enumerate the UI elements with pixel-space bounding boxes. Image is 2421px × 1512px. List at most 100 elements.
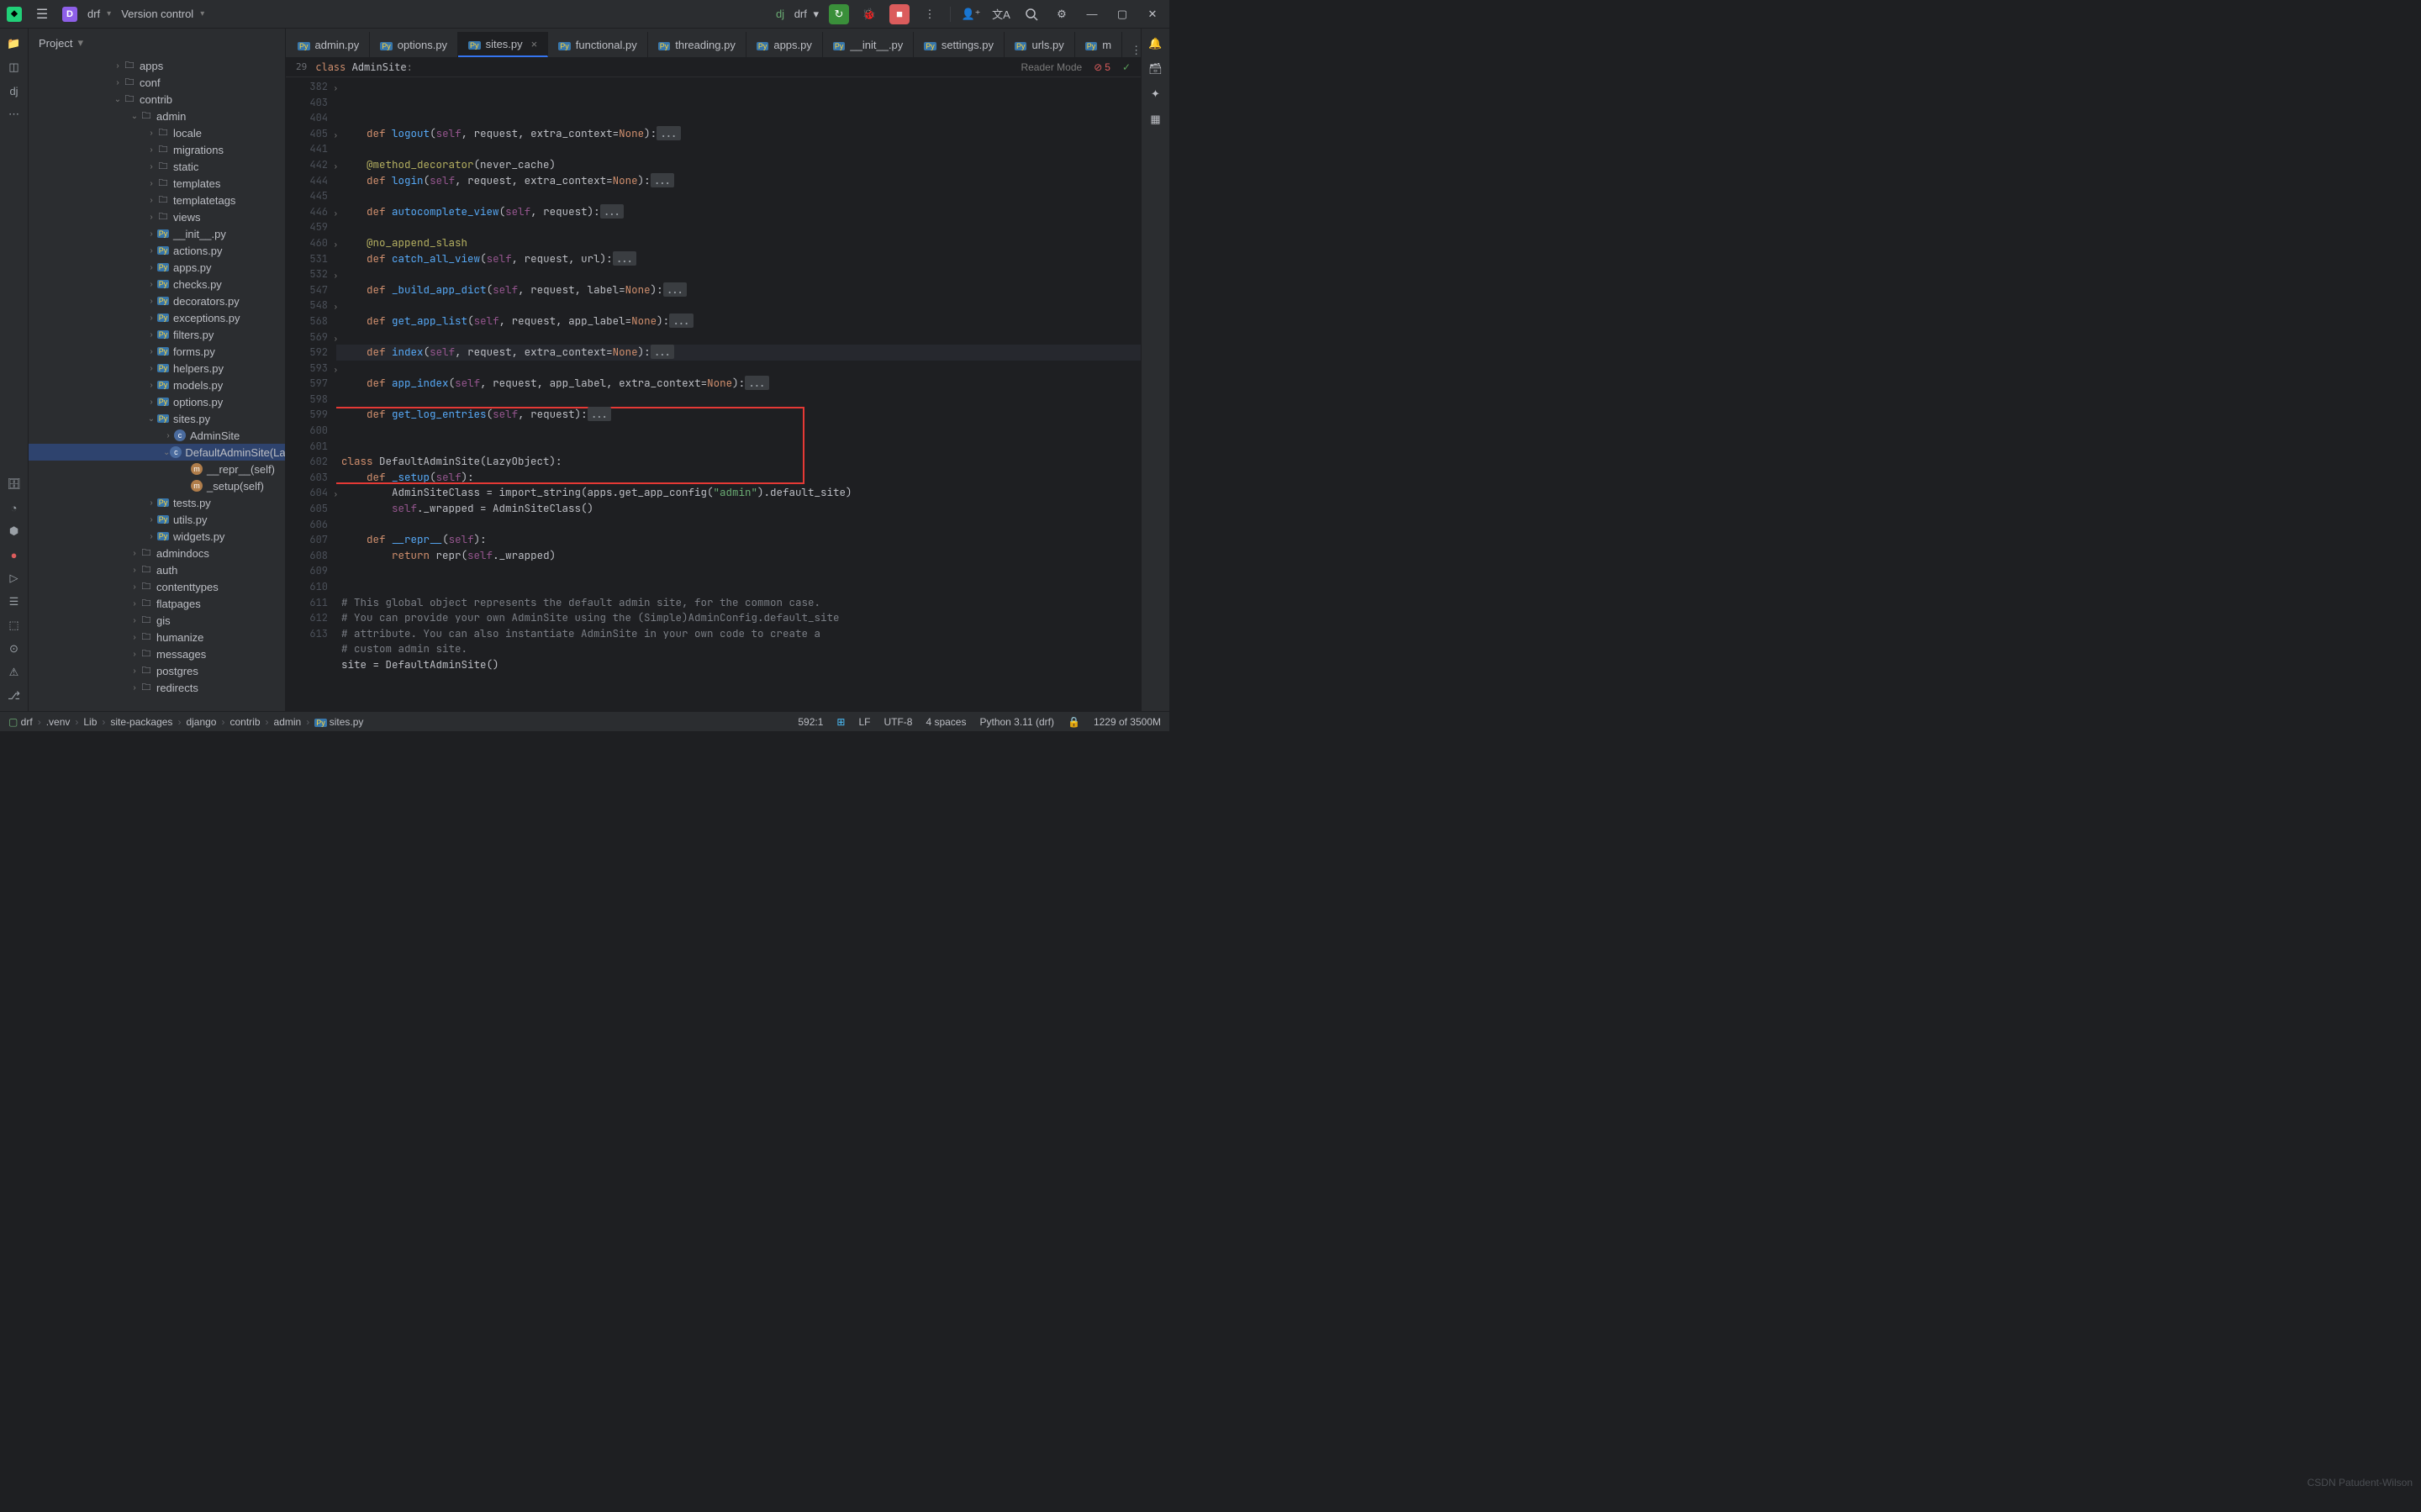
editor-tab[interactable]: Pyfunctional.py bbox=[548, 32, 648, 57]
editor-tab[interactable]: Pyapps.py bbox=[746, 32, 823, 57]
tree-item[interactable]: ›🗀apps bbox=[29, 57, 285, 74]
tree-item[interactable]: ›Pyapps.py bbox=[29, 259, 285, 276]
tree-item[interactable]: ›🗀gis bbox=[29, 612, 285, 629]
folder-icon[interactable]: 📁 bbox=[4, 34, 24, 54]
tree-item[interactable]: ›🗀postgres bbox=[29, 662, 285, 679]
tree-item[interactable]: m__repr__(self) bbox=[29, 461, 285, 477]
django-icon[interactable]: dj bbox=[4, 81, 24, 101]
more-actions-icon[interactable]: ⋮ bbox=[920, 4, 940, 24]
settings-icon[interactable]: ⚙ bbox=[1052, 4, 1072, 24]
code-with-me-icon[interactable]: 👤⁺ bbox=[961, 4, 981, 24]
breadcrumb-segment[interactable]: contrib bbox=[229, 716, 260, 728]
translate-icon[interactable]: 文A bbox=[991, 4, 1011, 24]
tree-item[interactable]: ›🗀conf bbox=[29, 74, 285, 91]
structure-icon[interactable]: ◫ bbox=[4, 57, 24, 77]
notifications-icon[interactable]: 🔔 bbox=[1146, 34, 1166, 54]
tree-item[interactable]: ›🗀views bbox=[29, 208, 285, 225]
more-tabs-icon[interactable]: ⋮ bbox=[1131, 44, 1141, 57]
more-icon[interactable]: ⋯ bbox=[4, 104, 24, 124]
tree-item[interactable]: m_setup(self) bbox=[29, 477, 285, 494]
terminal-icon[interactable]: ⬚ bbox=[4, 615, 24, 635]
project-tree[interactable]: ›🗀apps›🗀conf⌄🗀contrib⌄🗀admin›🗀locale›🗀mi… bbox=[29, 57, 285, 711]
tree-item[interactable]: ›Pywidgets.py bbox=[29, 528, 285, 545]
editor-tab[interactable]: Pym bbox=[1075, 32, 1122, 57]
db-icon[interactable]: 🗄 bbox=[4, 474, 24, 494]
tree-item[interactable]: ›Pyoptions.py bbox=[29, 393, 285, 410]
python-console-icon[interactable]: ● bbox=[4, 545, 24, 565]
tree-item[interactable]: ›Pyexceptions.py bbox=[29, 309, 285, 326]
maximize-icon[interactable]: ▢ bbox=[1112, 4, 1132, 24]
hamburger-icon[interactable]: ☰ bbox=[32, 4, 52, 24]
run-button[interactable]: ↻ bbox=[829, 4, 849, 24]
tree-item[interactable]: ›🗀locale bbox=[29, 124, 285, 141]
tree-item[interactable]: ›cAdminSite bbox=[29, 427, 285, 444]
tree-item[interactable]: ›Pyactions.py bbox=[29, 242, 285, 259]
database-icon[interactable]: 🗃 bbox=[1146, 59, 1166, 79]
tree-item[interactable]: ›Pyforms.py bbox=[29, 343, 285, 360]
tree-item[interactable]: ›🗀templates bbox=[29, 175, 285, 192]
profiler-icon[interactable]: ◔ bbox=[4, 498, 24, 518]
tree-item[interactable]: ›🗀flatpages bbox=[29, 595, 285, 612]
run-tool-icon[interactable]: ▷ bbox=[4, 568, 24, 588]
memory-indicator[interactable]: 1229 of 3500M bbox=[1094, 716, 1161, 728]
problems-icon[interactable]: ⊙ bbox=[4, 639, 24, 659]
problems2-icon[interactable]: ⚠ bbox=[4, 662, 24, 682]
tree-item[interactable]: ›Pytests.py bbox=[29, 494, 285, 511]
lock-icon[interactable]: 🔒 bbox=[1068, 716, 1080, 728]
stop-button[interactable]: ■ bbox=[889, 4, 910, 24]
search-icon[interactable] bbox=[1021, 4, 1042, 24]
code-editor[interactable]: def logout(self, request, extra_context=… bbox=[336, 77, 1141, 711]
tree-item[interactable]: ⌄Pysites.py bbox=[29, 410, 285, 427]
vcs-icon[interactable]: ⎇ bbox=[4, 686, 24, 706]
cursor-position[interactable]: 592:1 bbox=[798, 716, 823, 728]
version-control-menu[interactable]: Version control bbox=[121, 8, 204, 20]
editor-tab[interactable]: Pyadmin.py bbox=[287, 32, 370, 57]
tree-item[interactable]: ›Pyfilters.py bbox=[29, 326, 285, 343]
tree-item[interactable]: ›🗀templatetags bbox=[29, 192, 285, 208]
interpreter[interactable]: Python 3.11 (drf) bbox=[979, 716, 1054, 728]
project-name[interactable]: drf bbox=[87, 8, 111, 20]
editor-tab[interactable]: Pyoptions.py bbox=[370, 32, 458, 57]
ai-icon[interactable]: ✦ bbox=[1146, 84, 1166, 104]
encoding[interactable]: UTF-8 bbox=[883, 716, 912, 728]
app-icon[interactable]: ◆ bbox=[7, 7, 22, 22]
project-badge[interactable]: D bbox=[62, 7, 77, 22]
tree-item[interactable]: ⌄🗀contrib bbox=[29, 91, 285, 108]
breadcrumb-segment[interactable]: ▢ drf bbox=[8, 716, 33, 728]
inspection-ok-icon[interactable]: ✓ bbox=[1122, 61, 1131, 73]
reader-mode-label[interactable]: Reader Mode bbox=[1021, 61, 1082, 73]
editor-tab[interactable]: Pythreading.py bbox=[648, 32, 746, 57]
tree-item[interactable]: ›🗀admindocs bbox=[29, 545, 285, 561]
tree-item[interactable]: ›🗀contenttypes bbox=[29, 578, 285, 595]
endpoints-icon[interactable]: ▦ bbox=[1146, 109, 1166, 129]
tree-item[interactable]: ›🗀auth bbox=[29, 561, 285, 578]
tree-item[interactable]: ›🗀messages bbox=[29, 645, 285, 662]
breadcrumb-segment[interactable]: .venv bbox=[46, 716, 71, 728]
tree-item[interactable]: ›🗀humanize bbox=[29, 629, 285, 645]
close-icon[interactable]: ✕ bbox=[1142, 4, 1163, 24]
debug-button[interactable]: 🐞 bbox=[859, 4, 879, 24]
indent[interactable]: 4 spaces bbox=[926, 716, 966, 728]
tree-item[interactable]: ›Py__init__.py bbox=[29, 225, 285, 242]
tree-item[interactable]: ⌄cDefaultAdminSite(LazyObj bbox=[29, 444, 285, 461]
windows-icon[interactable]: ⊞ bbox=[836, 716, 845, 728]
editor-tab[interactable]: Pysites.py× bbox=[458, 32, 548, 57]
problems-count[interactable]: ⊘ 5 bbox=[1094, 61, 1110, 73]
tree-item[interactable]: ›Pyutils.py bbox=[29, 511, 285, 528]
breadcrumb-segment[interactable]: site-packages bbox=[110, 716, 172, 728]
services-icon[interactable]: ☰ bbox=[4, 592, 24, 612]
python-packages-icon[interactable]: ⬢ bbox=[4, 521, 24, 541]
tree-item[interactable]: ›Pychecks.py bbox=[29, 276, 285, 292]
breadcrumb-segment[interactable]: django bbox=[186, 716, 216, 728]
line-separator[interactable]: LF bbox=[858, 716, 870, 728]
breadcrumb-segment[interactable]: admin bbox=[274, 716, 302, 728]
editor-tab[interactable]: Pyurls.py bbox=[1005, 32, 1075, 57]
editor-tab[interactable]: Py__init__.py bbox=[823, 32, 914, 57]
tree-item[interactable]: ›Pymodels.py bbox=[29, 377, 285, 393]
tree-item[interactable]: ›🗀migrations bbox=[29, 141, 285, 158]
sidebar-header[interactable]: Project▾ bbox=[29, 29, 285, 57]
close-tab-icon[interactable]: × bbox=[531, 38, 538, 50]
breadcrumb-segment[interactable]: Lib bbox=[83, 716, 97, 728]
tree-item[interactable]: ›🗀redirects bbox=[29, 679, 285, 696]
tree-item[interactable]: ⌄🗀admin bbox=[29, 108, 285, 124]
